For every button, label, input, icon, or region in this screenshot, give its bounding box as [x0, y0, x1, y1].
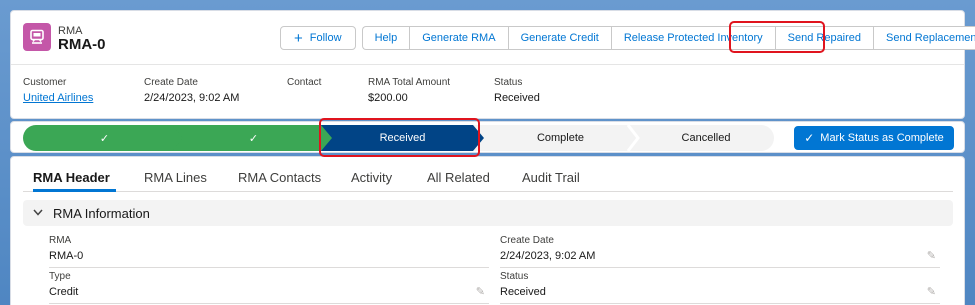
- generate-rma-button[interactable]: Generate RMA: [409, 26, 508, 50]
- pencil-icon[interactable]: ✎: [927, 249, 936, 262]
- tab-all-related[interactable]: All Related: [427, 170, 490, 185]
- tab-rma-lines[interactable]: RMA Lines: [144, 170, 207, 185]
- path-stage-1[interactable]: ✓: [23, 125, 186, 151]
- highlight-customer: Customer United Airlines: [23, 77, 93, 104]
- highlight-value: $200.00: [368, 92, 408, 104]
- highlight-create-date: Create Date 2/24/2023, 9:02 AM: [144, 77, 239, 104]
- header-divider: [11, 64, 964, 65]
- highlight-label: Customer: [23, 77, 67, 88]
- highlight-label: Create Date: [144, 77, 198, 88]
- highlight-label: Status: [494, 77, 523, 88]
- field-status: Status Received ✎: [500, 271, 940, 304]
- mark-status-label: Mark Status as Complete: [820, 132, 944, 144]
- field-label: Type: [49, 271, 71, 282]
- section-header-rma-information[interactable]: RMA Information: [23, 200, 953, 226]
- record-header: RMA RMA-0 + Follow Help Generate RMA Gen…: [10, 10, 975, 119]
- field-rma: RMA RMA-0: [49, 235, 489, 268]
- field-label: Create Date: [500, 235, 554, 246]
- plus-icon: +: [294, 29, 303, 47]
- release-protected-inventory-button[interactable]: Release Protected Inventory: [610, 26, 775, 50]
- highlight-label: RMA Total Amount: [368, 77, 451, 88]
- mark-status-complete-button[interactable]: ✓ Mark Status as Complete: [794, 126, 954, 150]
- field-value: 2/24/2023, 9:02 AM: [500, 250, 596, 262]
- rma-object-icon: [23, 23, 51, 51]
- path-stage-label: Received: [379, 132, 426, 144]
- record-name: RMA-0: [58, 36, 106, 53]
- active-tab-indicator: [33, 189, 116, 192]
- field-create-date: Create Date 2/24/2023, 9:02 AM ✎: [500, 235, 940, 268]
- path-stage-received[interactable]: Received: [321, 125, 484, 151]
- checkmark-icon: ✓: [99, 132, 110, 145]
- tab-rma-header[interactable]: RMA Header: [33, 170, 110, 185]
- highlight-contact: Contact: [287, 77, 321, 92]
- field-label: RMA: [49, 235, 72, 246]
- path-stage-2[interactable]: ✓: [172, 125, 335, 151]
- pencil-icon[interactable]: ✎: [476, 285, 485, 298]
- field-type: Type Credit ✎: [49, 271, 489, 304]
- section-title: RMA Information: [53, 205, 150, 221]
- field-value: Credit: [49, 286, 79, 298]
- highlight-value: Received: [494, 92, 540, 104]
- send-replacement-button[interactable]: Send Replacement: [873, 26, 975, 50]
- status-path: ✓ ✓ Received Complete Cancelled ✓ Mark S…: [10, 121, 965, 153]
- pencil-icon[interactable]: ✎: [927, 285, 936, 298]
- tab-bar: RMA Header RMA Lines RMA Contacts Activi…: [23, 157, 953, 192]
- action-bar: + Follow Help Generate RMA Generate Cred…: [280, 26, 975, 50]
- help-button[interactable]: Help: [361, 26, 410, 50]
- send-repaired-button[interactable]: Send Repaired: [774, 26, 874, 50]
- highlight-label: Contact: [287, 77, 322, 88]
- app-background: RMA RMA-0 + Follow Help Generate RMA Gen…: [0, 0, 975, 305]
- highlight-value: 2/24/2023, 9:02 AM: [144, 92, 240, 104]
- checkmark-icon: ✓: [804, 131, 815, 145]
- action-button-group: Help Generate RMA Generate Credit Releas…: [361, 26, 975, 50]
- follow-label: Follow: [309, 32, 342, 44]
- chevron-down-icon: [33, 207, 43, 219]
- highlight-status: Status Received: [494, 77, 540, 104]
- customer-link[interactable]: United Airlines: [23, 92, 93, 104]
- path-stage-complete[interactable]: Complete: [473, 125, 648, 151]
- checkmark-icon: ✓: [248, 132, 259, 145]
- field-value: Received: [500, 286, 546, 298]
- path-stage-label: Cancelled: [681, 132, 731, 144]
- path-stage-cancelled[interactable]: Cancelled: [638, 125, 774, 151]
- tab-activity[interactable]: Activity: [351, 170, 392, 185]
- field-label: Status: [500, 271, 529, 282]
- path-stage-label: Complete: [536, 132, 585, 144]
- tab-audit-trail[interactable]: Audit Trail: [522, 170, 580, 185]
- tab-rma-contacts[interactable]: RMA Contacts: [238, 170, 321, 185]
- generate-credit-button[interactable]: Generate Credit: [507, 26, 611, 50]
- path-track: ✓ ✓ Received Complete Cancelled: [23, 124, 774, 152]
- field-value: RMA-0: [49, 250, 84, 262]
- record-detail: RMA Header RMA Lines RMA Contacts Activi…: [10, 156, 965, 305]
- follow-button[interactable]: + Follow: [280, 26, 356, 50]
- highlight-total-amount: RMA Total Amount $200.00: [368, 77, 450, 104]
